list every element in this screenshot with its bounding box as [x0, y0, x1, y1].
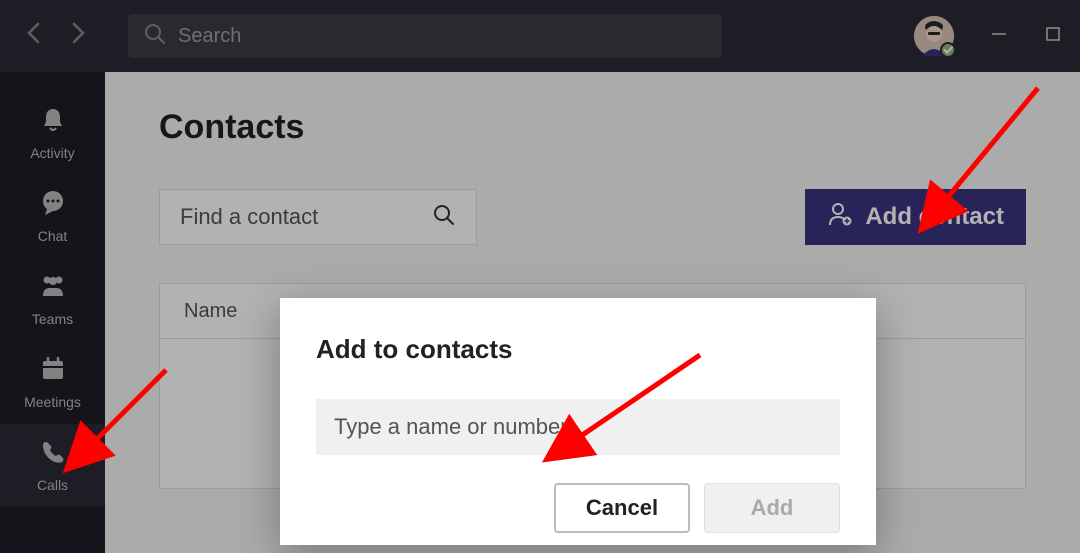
add-label: Add: [751, 495, 794, 521]
modal-actions: Cancel Add: [316, 483, 840, 533]
cancel-button[interactable]: Cancel: [554, 483, 690, 533]
add-button: Add: [704, 483, 840, 533]
contact-input-placeholder: Type a name or number: [334, 414, 568, 440]
modal-title: Add to contacts: [316, 334, 840, 365]
cancel-label: Cancel: [586, 495, 658, 521]
contact-name-input[interactable]: Type a name or number: [316, 399, 840, 455]
add-to-contacts-modal: Add to contacts Type a name or number Ca…: [280, 298, 876, 545]
